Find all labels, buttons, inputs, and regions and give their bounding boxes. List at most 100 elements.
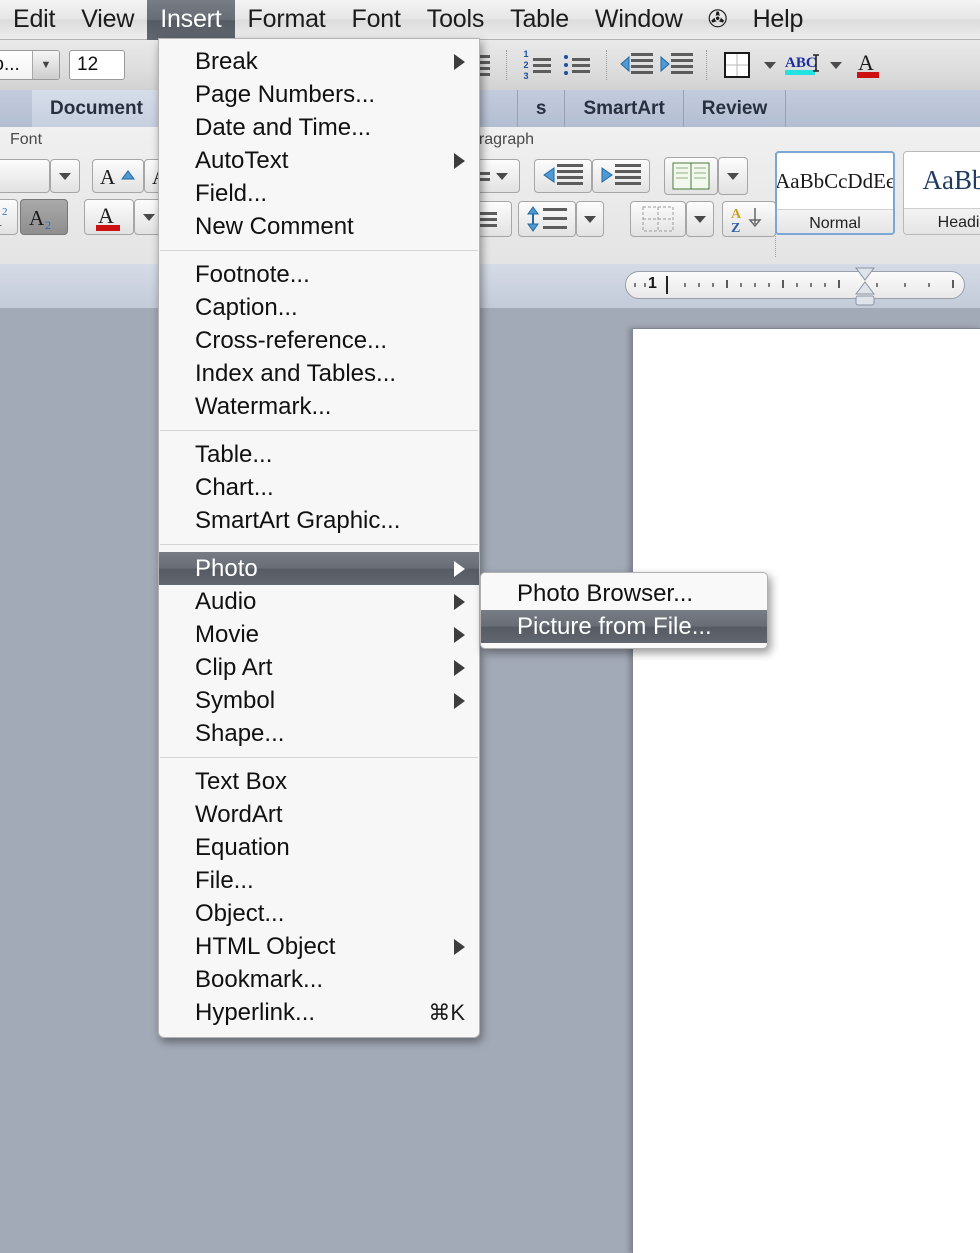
menu-item-page-numbers[interactable]: Page Numbers... (159, 78, 479, 111)
svg-text:A: A (858, 50, 874, 75)
menu-item-bookmark[interactable]: Bookmark... (159, 963, 479, 996)
menubar-item-insert[interactable]: Insert (147, 0, 234, 40)
photo-submenu: Photo Browser... Picture from File... (480, 572, 768, 649)
menu-item-table[interactable]: Table... (159, 438, 479, 471)
menu-item-chart[interactable]: Chart... (159, 471, 479, 504)
menubar-item-help[interactable]: Help (740, 0, 817, 40)
menu-item-label: WordArt (195, 801, 283, 829)
menubar-item-format[interactable]: Format (235, 0, 339, 40)
menu-item-label: HTML Object (195, 933, 335, 961)
menu-item-object[interactable]: Object... (159, 897, 479, 930)
menu-separator (160, 250, 478, 251)
document-canvas[interactable] (0, 308, 980, 1253)
submenu-arrow-icon (454, 561, 465, 577)
tab-document[interactable]: Document (32, 90, 162, 127)
menu-item-autotext[interactable]: AutoText (159, 144, 479, 177)
menu-item-footnote[interactable]: Footnote... (159, 258, 479, 291)
menu-item-photo[interactable]: Photo (159, 552, 479, 585)
menu-item-movie[interactable]: Movie (159, 618, 479, 651)
submenu-item-photo-browser[interactable]: Photo Browser... (481, 577, 767, 610)
borders-icon[interactable] (717, 45, 757, 85)
columns-icon[interactable] (664, 157, 718, 195)
decrease-indent-icon[interactable] (534, 159, 592, 193)
submenu-arrow-icon (454, 939, 465, 955)
highlight-icon[interactable]: ABC (783, 45, 823, 85)
menu-item-label: Symbol (195, 687, 275, 715)
menubar-item-window[interactable]: Window (582, 0, 696, 40)
menu-item-label: Field... (195, 180, 267, 208)
tab-review[interactable]: Review (684, 90, 786, 127)
menu-item-label: File... (195, 867, 254, 895)
menubar-item-tools[interactable]: Tools (414, 0, 497, 40)
style-tile-heading[interactable]: AaBbC Headin (903, 151, 980, 235)
insert-dropdown-menu: Break Page Numbers... Date and Time... A… (158, 38, 480, 1038)
font-style-combo[interactable] (0, 159, 50, 193)
menu-item-clip-art[interactable]: Clip Art (159, 651, 479, 684)
menu-item-label: Watermark... (195, 393, 331, 421)
sort-az-icon[interactable]: A Z (722, 201, 776, 237)
menu-item-cross-reference[interactable]: Cross-reference... (159, 324, 479, 357)
chevron-down-icon[interactable]: ▼ (32, 51, 59, 79)
menu-item-new-comment[interactable]: New Comment (159, 210, 479, 243)
menu-item-caption[interactable]: Caption... (159, 291, 479, 324)
menu-item-equation[interactable]: Equation (159, 831, 479, 864)
decrease-indent-icon[interactable] (617, 45, 657, 85)
submenu-arrow-icon (454, 627, 465, 643)
toolbar-divider (606, 50, 608, 80)
sort-icon[interactable] (518, 201, 576, 237)
indent-markers[interactable] (852, 266, 880, 308)
borders-dropdown-icon[interactable] (757, 45, 783, 85)
menu-item-break[interactable]: Break (159, 45, 479, 78)
menubar-item-table[interactable]: Table (497, 0, 582, 40)
menu-item-text-box[interactable]: Text Box (159, 765, 479, 798)
submenu-arrow-icon (454, 54, 465, 70)
menu-item-shape[interactable]: Shape... (159, 717, 479, 750)
menu-item-label: Object... (195, 900, 284, 928)
menu-item-html-object[interactable]: HTML Object (159, 930, 479, 963)
menu-item-hyperlink[interactable]: Hyperlink... ⌘K (159, 996, 479, 1029)
menu-item-date-and-time[interactable]: Date and Time... (159, 111, 479, 144)
columns-dropdown-icon[interactable] (718, 157, 748, 195)
numbered-list-icon[interactable]: 123 (517, 45, 557, 85)
menubar-item-view[interactable]: View (68, 0, 147, 40)
menu-item-audio[interactable]: Audio (159, 585, 479, 618)
increase-indent-icon[interactable] (657, 45, 697, 85)
bulleted-list-icon[interactable] (557, 45, 597, 85)
font-size-combo[interactable]: 12 (69, 50, 125, 80)
tab-smartart[interactable]: SmartArt (565, 90, 683, 127)
menu-item-label: AutoText (195, 147, 288, 175)
chevron-down-icon[interactable] (50, 159, 80, 193)
menu-item-label: Clip Art (195, 654, 272, 682)
subscript-icon[interactable]: A2 (20, 199, 68, 235)
menu-item-wordart[interactable]: WordArt (159, 798, 479, 831)
script-glyph-icon[interactable]: ✇ (696, 0, 740, 40)
menu-item-symbol[interactable]: Symbol (159, 684, 479, 717)
font-color-icon[interactable]: A (84, 199, 134, 235)
highlight-dropdown-icon[interactable] (823, 45, 849, 85)
app-window: ria (Bo... ▼ 12 123 (0, 0, 980, 1253)
tab-elements[interactable]: s (518, 90, 566, 127)
grow-font-icon[interactable]: A (92, 159, 144, 193)
submenu-item-picture-from-file[interactable]: Picture from File... (481, 610, 767, 643)
menubar-item-font[interactable]: Font (339, 0, 414, 40)
font-color-icon[interactable]: A (849, 45, 889, 85)
increase-indent-icon[interactable] (592, 159, 650, 193)
menu-item-field[interactable]: Field... (159, 177, 479, 210)
document-page[interactable] (632, 328, 980, 1253)
style-tile-normal[interactable]: AaBbCcDdEє Normal (775, 151, 895, 235)
horizontal-ruler[interactable]: 1 (625, 271, 965, 299)
menu-item-smartart-graphic[interactable]: SmartArt Graphic... (159, 504, 479, 537)
menu-item-watermark[interactable]: Watermark... (159, 390, 479, 423)
borders-dropdown-icon[interactable] (686, 201, 714, 237)
menu-item-label: Footnote... (195, 261, 310, 289)
font-size-value: 12 (77, 54, 98, 76)
menubar-item-edit[interactable]: Edit (0, 0, 68, 40)
superscript-icon[interactable]: A2 (0, 199, 18, 235)
borders-icon[interactable] (630, 201, 686, 237)
ruler-caret (666, 276, 668, 294)
menu-item-file[interactable]: File... (159, 864, 479, 897)
font-name-combo[interactable]: ria (Bo... ▼ (0, 50, 60, 80)
menu-item-index-and-tables[interactable]: Index and Tables... (159, 357, 479, 390)
sort-dropdown-icon[interactable] (576, 201, 604, 237)
menu-item-label: New Comment (195, 213, 354, 241)
